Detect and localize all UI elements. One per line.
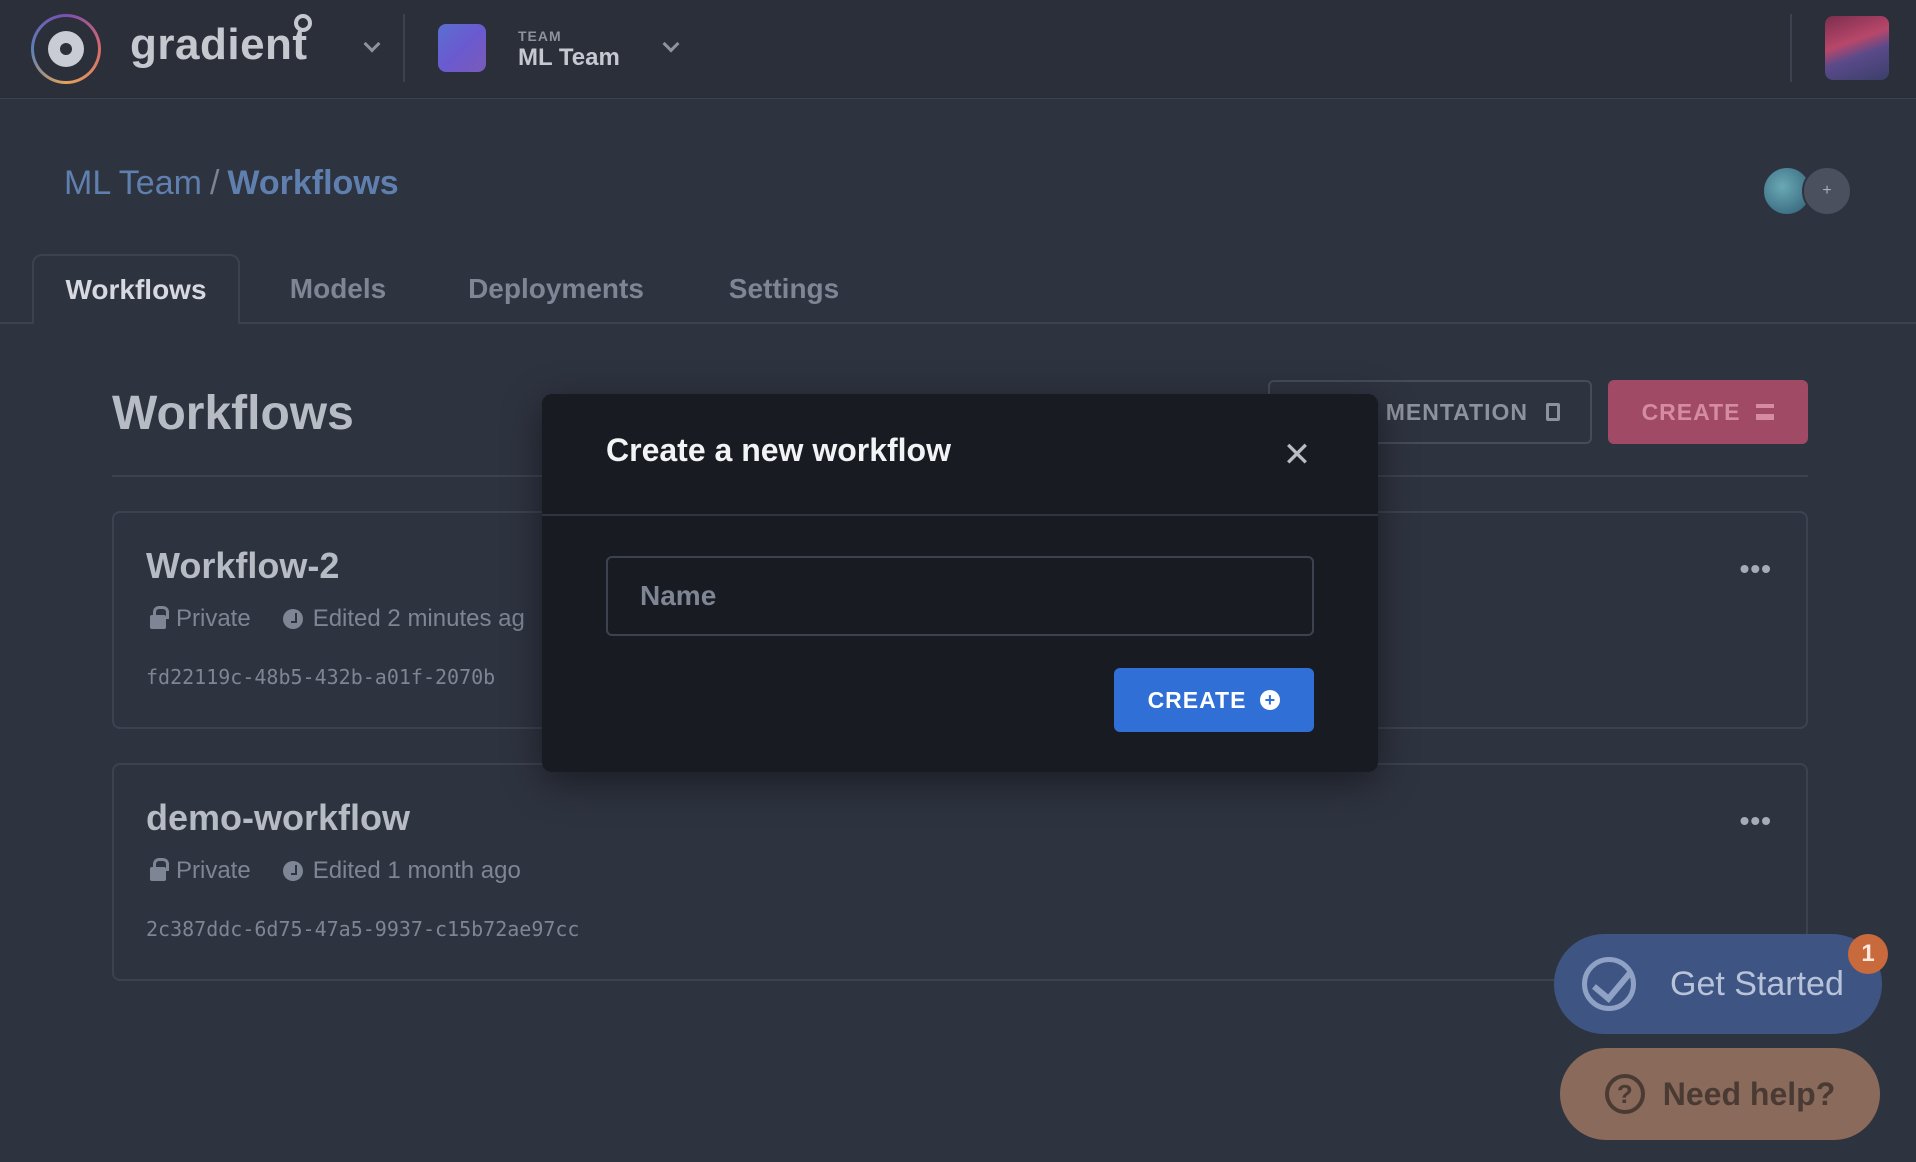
documentation-button-label: MENTATION xyxy=(1385,398,1528,425)
clock-icon xyxy=(282,609,303,629)
modal-create-label: CREATE xyxy=(1147,686,1247,713)
breadcrumb-separator: / xyxy=(209,164,220,202)
user-avatar[interactable] xyxy=(1825,16,1889,80)
need-help-button[interactable]: ? Need help? xyxy=(1560,1048,1880,1140)
workflow-name-input[interactable] xyxy=(606,556,1314,636)
tab-workflows[interactable]: Workflows xyxy=(32,254,240,324)
stack-icon xyxy=(1756,404,1775,420)
top-bar: gradient TEAM ML Team xyxy=(0,0,1916,99)
create-workflow-button[interactable]: CREATE xyxy=(1608,380,1808,444)
workflow-visibility: Private xyxy=(176,605,251,632)
tab-deployments[interactable]: Deployments xyxy=(458,254,654,324)
lock-icon xyxy=(150,858,169,881)
workflow-meta: Private Edited 1 month ago xyxy=(150,857,521,885)
org-switcher-chevron-down-icon[interactable] xyxy=(363,35,381,53)
breadcrumb-team[interactable]: ML Team xyxy=(64,164,202,202)
need-help-label: Need help? xyxy=(1662,1075,1836,1112)
page-title: Workflows xyxy=(112,387,354,440)
check-circle-icon xyxy=(1582,957,1636,1011)
team-kicker-label: TEAM xyxy=(518,28,562,44)
tab-models[interactable]: Models xyxy=(270,254,406,324)
brand-mark-icon xyxy=(294,14,312,32)
workflow-meta: Private Edited 2 minutes ag xyxy=(150,605,525,633)
lock-icon xyxy=(150,606,169,629)
workflow-id: 2c387ddc-6d75-47a5-9937-c15b72ae97cc xyxy=(146,917,580,941)
workflow-edited: Edited 1 month ago xyxy=(312,857,521,884)
get-started-label: Get Started xyxy=(1670,964,1844,1003)
workflow-edited: Edited 2 minutes ag xyxy=(312,605,525,632)
create-button-label: CREATE xyxy=(1641,398,1741,425)
divider xyxy=(1790,14,1792,82)
workflow-name[interactable]: Workflow-2 xyxy=(146,545,339,587)
more-options-icon[interactable]: ••• xyxy=(1740,553,1772,585)
create-workflow-modal: Create a new workflow ✕ CREATE + xyxy=(542,394,1378,772)
gradient-logo-icon[interactable] xyxy=(31,14,101,84)
plus-circle-icon: + xyxy=(1260,690,1281,710)
brand-name[interactable]: gradient xyxy=(130,20,308,70)
breadcrumb: ML Team / Workflows xyxy=(64,164,399,203)
workflow-name[interactable]: demo-workflow xyxy=(146,797,410,839)
divider xyxy=(403,14,405,82)
modal-title: Create a new workflow xyxy=(606,432,951,468)
add-collaborator-button[interactable]: + xyxy=(1802,166,1852,216)
team-avatar[interactable] xyxy=(438,24,486,72)
clock-icon xyxy=(282,861,303,881)
divider xyxy=(542,514,1378,516)
more-options-icon[interactable]: ••• xyxy=(1740,805,1772,837)
help-icon: ? xyxy=(1604,1074,1645,1114)
team-name[interactable]: ML Team xyxy=(518,44,620,72)
workflow-visibility: Private xyxy=(176,857,251,884)
breadcrumb-current: Workflows xyxy=(227,164,399,202)
team-switcher-chevron-down-icon[interactable] xyxy=(662,35,680,53)
get-started-widget[interactable]: Get Started xyxy=(1554,934,1882,1034)
tab-settings[interactable]: Settings xyxy=(716,254,852,324)
workflow-card[interactable]: demo-workflow Private Edited 1 month ago… xyxy=(112,763,1808,981)
document-icon xyxy=(1546,403,1560,421)
modal-create-button[interactable]: CREATE + xyxy=(1114,668,1314,732)
workflow-id: fd22119c-48b5-432b-a01f-2070b xyxy=(146,665,496,689)
close-icon[interactable]: ✕ xyxy=(1282,438,1312,472)
notification-badge: 1 xyxy=(1848,934,1888,974)
